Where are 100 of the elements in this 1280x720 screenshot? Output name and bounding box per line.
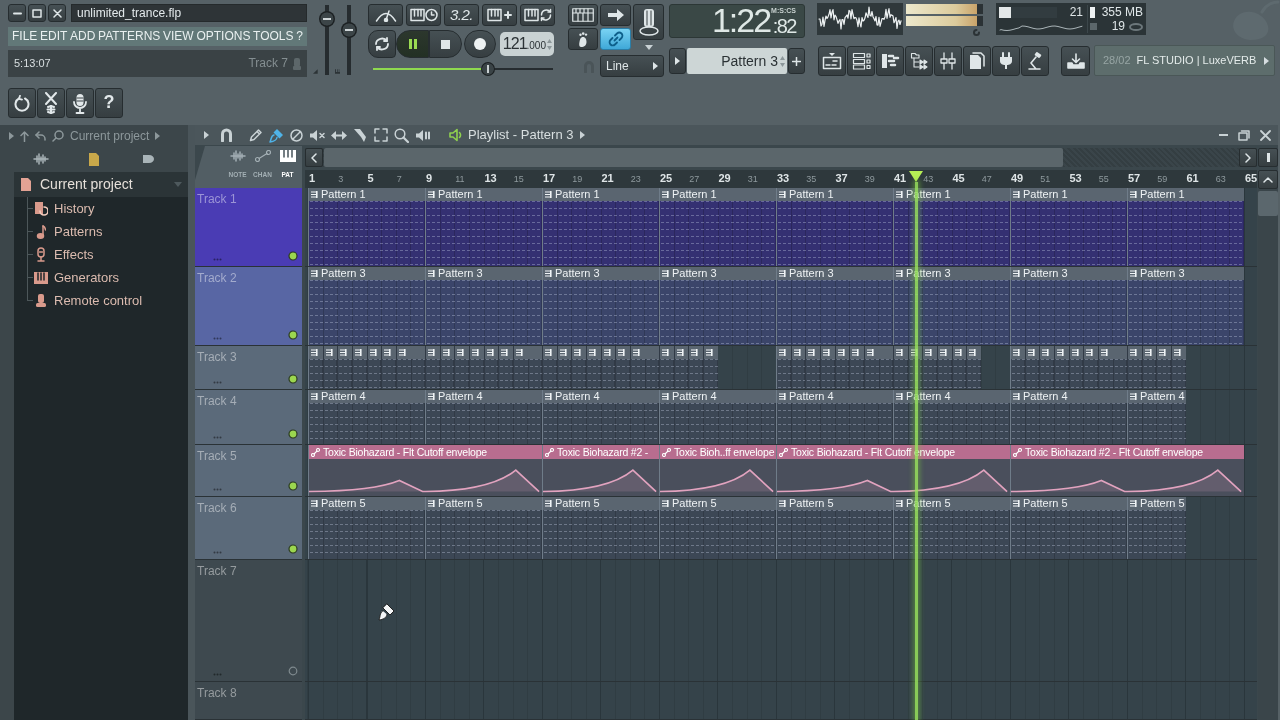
- track-led-icon[interactable]: [288, 544, 298, 554]
- pattern-clip[interactable]: [1083, 346, 1098, 389]
- knob-button[interactable]: [633, 4, 664, 40]
- pattern-clip[interactable]: Pattern 5: [542, 497, 659, 559]
- document-icon[interactable]: [88, 151, 100, 167]
- pattern-clip[interactable]: [512, 346, 542, 389]
- pattern-clip[interactable]: Pattern 5: [1010, 497, 1127, 559]
- pattern-clip[interactable]: [1010, 346, 1025, 389]
- step-edit-button[interactable]: [482, 4, 517, 26]
- pattern-clip[interactable]: Pattern 4: [1010, 390, 1127, 444]
- play-button[interactable]: [396, 30, 429, 58]
- pattern-clip[interactable]: [498, 346, 513, 389]
- pattern-clip[interactable]: Pattern 1: [1127, 188, 1244, 266]
- pattern-clip[interactable]: Pattern 5: [659, 497, 776, 559]
- playlist-window-button[interactable]: [818, 45, 846, 76]
- mute-icon[interactable]: [309, 128, 325, 142]
- track-led-icon[interactable]: [288, 666, 298, 676]
- pattern-clip[interactable]: Pattern 1: [1010, 188, 1127, 266]
- typing-keyboard-button[interactable]: [406, 4, 441, 26]
- download-button[interactable]: [1061, 45, 1090, 76]
- arrow-button[interactable]: [600, 4, 631, 26]
- playhead-marker-icon[interactable]: [909, 171, 924, 182]
- plugin-button[interactable]: [992, 45, 1020, 76]
- pattern-clip[interactable]: [659, 346, 674, 389]
- menu-item[interactable]: TOOLS: [253, 27, 294, 46]
- project-title-field[interactable]: unlimited_trance.flp: [71, 4, 307, 22]
- keyboard-button[interactable]: [568, 4, 598, 26]
- pattern-clip[interactable]: Pattern 1: [425, 188, 542, 266]
- select-icon[interactable]: [374, 128, 388, 142]
- knife-icon[interactable]: [353, 127, 368, 143]
- pattern-selector-field[interactable]: Pattern 3: [687, 48, 787, 74]
- pattern-clip[interactable]: [395, 346, 425, 389]
- tempo-field[interactable]: 121.000: [500, 32, 554, 56]
- waveform-icon[interactable]: [33, 153, 50, 165]
- slider-handle[interactable]: [341, 22, 358, 39]
- microphone-button[interactable]: [66, 88, 94, 118]
- pattern-clip[interactable]: [849, 346, 864, 389]
- pattern-clip[interactable]: Pattern 5: [425, 497, 542, 559]
- zoom-icon[interactable]: [394, 127, 409, 143]
- pattern-clip[interactable]: [542, 346, 557, 389]
- menu-item[interactable]: VIEW: [163, 27, 194, 46]
- help-button[interactable]: ?: [95, 88, 123, 118]
- pattern-clip[interactable]: Pattern 5: [308, 497, 425, 559]
- pattern-clip[interactable]: [688, 346, 703, 389]
- countdown-button[interactable]: 3.2.: [444, 4, 479, 26]
- pattern-clip[interactable]: Pattern 4: [1127, 390, 1186, 444]
- brush-icon[interactable]: [269, 127, 284, 143]
- piano-roll-button[interactable]: [876, 45, 904, 76]
- pattern-clip[interactable]: Pattern 3: [776, 267, 893, 345]
- stop-button[interactable]: [429, 30, 462, 58]
- scroll-right-button[interactable]: [1239, 148, 1257, 167]
- slider-handle[interactable]: [318, 11, 335, 28]
- pattern-clip[interactable]: Pattern 3: [308, 267, 425, 345]
- pattern-clip[interactable]: Pattern 4: [659, 390, 776, 444]
- track-header[interactable]: Track 1: [195, 188, 302, 267]
- add-pattern-button[interactable]: [788, 48, 805, 74]
- pattern-clip[interactable]: Pattern 3: [1127, 267, 1244, 345]
- pattern-clip[interactable]: [1127, 346, 1142, 389]
- tree-folder[interactable]: Current project: [14, 172, 188, 197]
- pattern-clip[interactable]: [863, 346, 893, 389]
- pattern-clip[interactable]: Pattern 3: [542, 267, 659, 345]
- pattern-clip[interactable]: Pattern 5: [1127, 497, 1186, 559]
- caret-right-icon[interactable]: [1264, 56, 1269, 65]
- scissors-button[interactable]: [37, 88, 65, 118]
- track-led-icon[interactable]: [288, 251, 298, 261]
- scroll-end-button[interactable]: [1258, 148, 1278, 167]
- track-led-icon[interactable]: [288, 429, 298, 439]
- mixer-button[interactable]: [934, 45, 962, 76]
- pattern-menu-button[interactable]: [669, 48, 686, 74]
- pattern-clip[interactable]: [615, 346, 630, 389]
- pattern-clip[interactable]: [966, 346, 981, 389]
- pattern-clip[interactable]: Pattern 1: [308, 188, 425, 266]
- pattern-clip[interactable]: [337, 346, 352, 389]
- pattern-clip[interactable]: [571, 346, 586, 389]
- scroll-left-button[interactable]: [305, 148, 323, 167]
- menu-item[interactable]: FILE: [12, 27, 38, 46]
- pattern-clip[interactable]: Pattern 5: [776, 497, 893, 559]
- track-led-icon[interactable]: [288, 374, 298, 384]
- browser-button[interactable]: [905, 45, 933, 76]
- pattern-clip[interactable]: Pattern 1: [542, 188, 659, 266]
- pattern-clip[interactable]: Pattern 1: [659, 188, 776, 266]
- snap-mode-dropdown[interactable]: Line: [600, 55, 664, 77]
- pattern-clip[interactable]: [425, 346, 440, 389]
- channel-rack-button[interactable]: [847, 45, 875, 76]
- pencil-icon[interactable]: [249, 128, 263, 142]
- close-button[interactable]: [48, 4, 66, 22]
- pattern-clip[interactable]: [893, 346, 908, 389]
- pattern-clip[interactable]: Pattern 4: [542, 390, 659, 444]
- arrow-up-icon[interactable]: [20, 130, 29, 142]
- pattern-clip[interactable]: [776, 346, 791, 389]
- menu-item[interactable]: ADD: [70, 27, 96, 46]
- scroll-up-button[interactable]: [1258, 170, 1278, 189]
- pattern-clip[interactable]: [308, 346, 323, 389]
- track-led-icon[interactable]: [288, 330, 298, 340]
- pattern-clip[interactable]: Pattern 4: [308, 390, 425, 444]
- pattern-clip[interactable]: Pattern 4: [425, 390, 542, 444]
- pattern-clip[interactable]: [805, 346, 820, 389]
- pattern-clip[interactable]: [454, 346, 469, 389]
- pattern-clip[interactable]: [1156, 346, 1171, 389]
- menu-item[interactable]: PATTERNS: [98, 27, 161, 46]
